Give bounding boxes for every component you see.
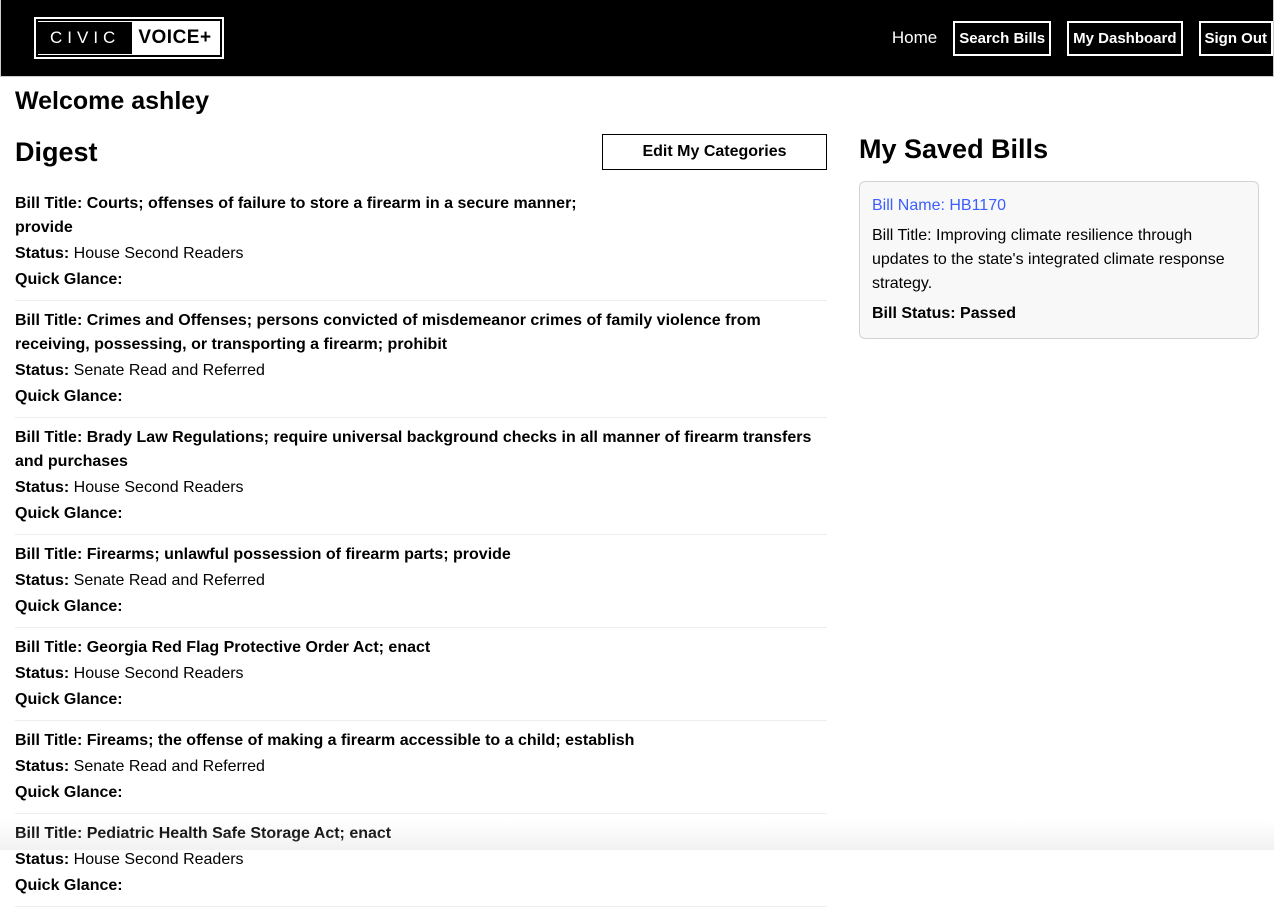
quick-glance-label: Quick Glance: xyxy=(15,595,827,619)
edit-categories-button[interactable]: Edit My Categories xyxy=(602,134,827,170)
logo-text-civic: CIVIC xyxy=(38,22,132,54)
digest-header: Digest Edit My Categories xyxy=(15,134,827,170)
saved-bill-title: Bill Title: Improving climate resilience… xyxy=(872,224,1246,296)
digest-item: Bill Title: Firearms; unlawful possessio… xyxy=(15,535,827,628)
bill-status: Status: House Second Readers xyxy=(15,242,827,266)
columns: Digest Edit My Categories Bill Title: Co… xyxy=(15,134,1259,907)
bill-title: Bill Title: Courts; offenses of failure … xyxy=(15,192,585,240)
nav: Home Search Bills My Dashboard Sign Out xyxy=(892,21,1273,56)
quick-glance-label: Quick Glance: xyxy=(15,688,827,712)
bill-status: Status: Senate Read and Referred xyxy=(15,569,827,593)
digest-item: Bill Title: Crimes and Offenses; persons… xyxy=(15,301,827,418)
saved-bill-card: Bill Name: HB1170 Bill Title: Improving … xyxy=(859,181,1259,339)
logo[interactable]: CIVIC VOICE+ xyxy=(34,17,224,59)
digest-column: Digest Edit My Categories Bill Title: Co… xyxy=(15,134,827,907)
digest-item: Bill Title: Georgia Red Flag Protective … xyxy=(15,628,827,721)
bill-title: Bill Title: Georgia Red Flag Protective … xyxy=(15,636,827,660)
quick-glance-label: Quick Glance: xyxy=(15,268,827,292)
bill-title: Bill Title: Firearms; unlawful possessio… xyxy=(15,543,827,567)
quick-glance-label: Quick Glance: xyxy=(15,385,827,409)
quick-glance-label: Quick Glance: xyxy=(15,781,827,805)
nav-sign-out[interactable]: Sign Out xyxy=(1199,21,1274,56)
digest-item: Bill Title: Courts; offenses of failure … xyxy=(15,184,827,301)
bill-title: Bill Title: Crimes and Offenses; persons… xyxy=(15,309,827,357)
bill-status: Status: House Second Readers xyxy=(15,476,827,500)
header: CIVIC VOICE+ Home Search Bills My Dashbo… xyxy=(0,0,1274,77)
digest-item: Bill Title: Brady Law Regulations; requi… xyxy=(15,418,827,535)
digest-title: Digest xyxy=(15,137,98,168)
saved-bills-title: My Saved Bills xyxy=(859,134,1259,165)
welcome-heading: Welcome ashley xyxy=(15,87,1259,116)
nav-my-dashboard[interactable]: My Dashboard xyxy=(1067,21,1182,56)
bill-status: Status: House Second Readers xyxy=(15,848,827,872)
digest-item: Bill Title: Pediatric Health Safe Storag… xyxy=(15,814,827,907)
bill-status: Status: House Second Readers xyxy=(15,662,827,686)
bill-title: Bill Title: Brady Law Regulations; requi… xyxy=(15,426,827,474)
nav-search-bills[interactable]: Search Bills xyxy=(953,21,1051,56)
nav-home[interactable]: Home xyxy=(892,28,937,48)
saved-bill-name-link[interactable]: Bill Name: HB1170 xyxy=(872,194,1246,218)
logo-text-voice: VOICE+ xyxy=(132,21,219,55)
bill-title: Bill Title: Pediatric Health Safe Storag… xyxy=(15,822,827,846)
digest-item: Bill Title: Fireams; the offense of maki… xyxy=(15,721,827,814)
saved-column: My Saved Bills Bill Name: HB1170 Bill Ti… xyxy=(859,134,1259,907)
saved-bill-status: Bill Status: Passed xyxy=(872,302,1246,326)
main: Welcome ashley Digest Edit My Categories… xyxy=(0,77,1274,907)
bill-status: Status: Senate Read and Referred xyxy=(15,755,827,779)
bill-status: Status: Senate Read and Referred xyxy=(15,359,827,383)
logo-inner: CIVIC VOICE+ xyxy=(38,21,220,55)
quick-glance-label: Quick Glance: xyxy=(15,502,827,526)
bill-title: Bill Title: Fireams; the offense of maki… xyxy=(15,729,827,753)
quick-glance-label: Quick Glance: xyxy=(15,874,827,898)
